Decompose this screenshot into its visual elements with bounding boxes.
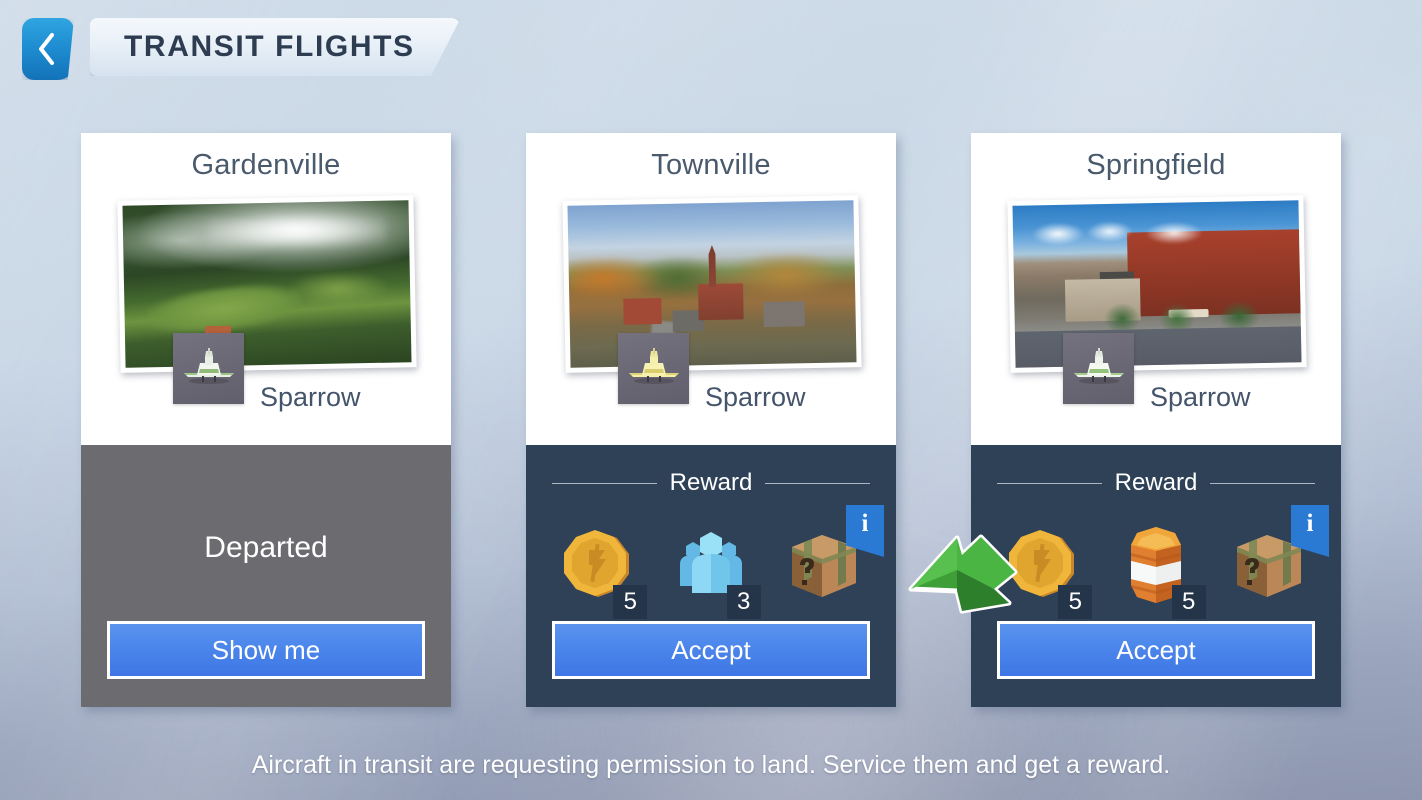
airplane-icon: [618, 333, 689, 404]
reward-item[interactable]: i: [779, 505, 884, 617]
divider-line: [1210, 482, 1316, 484]
reward-item[interactable]: i: [1224, 505, 1329, 617]
card-status-section: Departed Show me: [81, 445, 451, 707]
status-label: Departed: [204, 531, 328, 564]
reward-header: Reward: [552, 445, 871, 497]
reward-count-badge: 5: [1058, 585, 1093, 619]
accept-button[interactable]: Accept: [997, 621, 1315, 679]
card-header-section: Gardenville Sparrow: [81, 133, 451, 445]
divider-line: [552, 482, 657, 484]
accept-button[interactable]: Accept: [552, 621, 870, 679]
reward-item: 3: [665, 517, 761, 619]
reward-title: Reward: [669, 469, 753, 496]
photo-trees: [1094, 301, 1267, 334]
aircraft-name: Sparrow: [260, 381, 361, 412]
chevron-left-icon: [39, 32, 57, 66]
city-photo-frame: [1007, 195, 1307, 373]
photo-cloud: [208, 213, 387, 250]
reward-item-list: 5 3 i: [552, 505, 884, 619]
divider-line: [765, 482, 871, 484]
transit-flight-card-list: Gardenville Sparrow Departed Show me Tow…: [0, 133, 1422, 707]
city-photo-frame: [562, 195, 862, 373]
reward-item-list: 5 5 i: [997, 505, 1329, 619]
info-glyph: i: [1306, 510, 1314, 537]
city-name: Townville: [651, 149, 771, 181]
page-title: TRANSIT FLIGHTS: [124, 30, 415, 63]
airplane-icon: [173, 333, 244, 404]
card-header-section: Springfield Sparrow: [971, 133, 1341, 445]
transit-flight-card[interactable]: Townville Sparrow Reward 5 3 i Accept: [526, 133, 896, 707]
city-name: Springfield: [1086, 149, 1226, 181]
page-header: TRANSIT FLIGHTS: [22, 18, 461, 80]
city-name: Gardenville: [191, 149, 341, 181]
aircraft-name: Sparrow: [1150, 381, 1251, 412]
photo-church: [697, 283, 745, 320]
photo-building: [623, 297, 662, 325]
show-me-button[interactable]: Show me: [107, 621, 425, 679]
city-photo-frame: [117, 195, 417, 373]
gardenville-valley-photo: [122, 200, 412, 368]
aircraft-name: Sparrow: [705, 381, 806, 412]
card-reward-section: Reward 5: [526, 445, 896, 707]
back-button[interactable]: [22, 18, 74, 80]
photo-clouds: [1029, 217, 1231, 248]
reward-title: Reward: [1114, 469, 1198, 496]
page-title-banner: TRANSIT FLIGHTS: [90, 18, 461, 76]
transit-flight-card[interactable]: Gardenville Sparrow Departed Show me: [81, 133, 451, 707]
aircraft-row: Sparrow: [971, 333, 1341, 445]
reward-count-badge: 3: [726, 585, 761, 619]
green-arrow-cursor: [905, 525, 1030, 625]
card-header-section: Townville Sparrow: [526, 133, 896, 445]
reward-count-badge: 5: [1171, 585, 1206, 619]
aircraft-row: Sparrow: [81, 333, 451, 445]
info-glyph: i: [861, 510, 869, 537]
reward-count-badge: 5: [613, 585, 648, 619]
divider-line: [997, 482, 1102, 484]
photo-building: [763, 301, 805, 327]
reward-item: 5: [1110, 517, 1206, 619]
reward-header: Reward: [997, 445, 1316, 497]
aircraft-row: Sparrow: [526, 333, 896, 445]
reward-item: 5: [552, 517, 648, 619]
footer-caption: Aircraft in transit are requesting permi…: [251, 751, 1171, 779]
airplane-icon: [1063, 333, 1134, 404]
photo-steeple: [708, 245, 716, 287]
springfield-mainstreet-photo: [1012, 200, 1302, 368]
townville-autumn-town-photo: [567, 200, 857, 368]
